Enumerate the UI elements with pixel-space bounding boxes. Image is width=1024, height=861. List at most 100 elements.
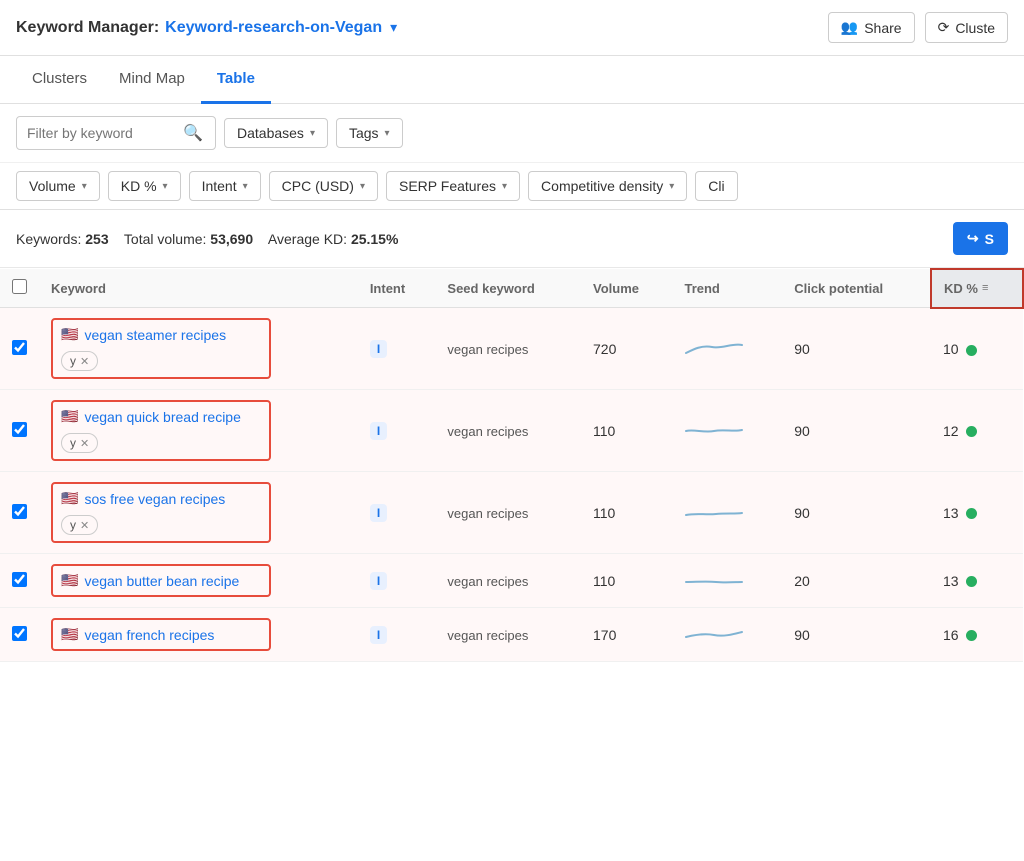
trend-column-header: Trend (672, 269, 782, 308)
keyword-column-header: Keyword (39, 269, 358, 308)
cpc-filter[interactable]: CPC (USD) ▾ (269, 171, 378, 201)
seed-keyword-value: vegan recipes (447, 574, 528, 589)
seed-keyword-value: vegan recipes (447, 506, 528, 521)
select-all-checkbox[interactable] (12, 279, 27, 294)
click-potential-value: 90 (794, 423, 810, 439)
search-input[interactable] (27, 125, 177, 141)
kd-indicator-dot (966, 630, 977, 641)
kd-filter[interactable]: KD % ▾ (108, 171, 181, 201)
row-checkbox[interactable] (12, 340, 27, 355)
kd-indicator-dot (966, 576, 977, 587)
stats-text: Keywords: 253 Total volume: 53,690 Avera… (16, 231, 398, 247)
trend-cell (672, 390, 782, 472)
kd-cell: 13 (931, 472, 1023, 554)
click-potential-cell: 20 (782, 554, 931, 608)
table-row: 🇺🇸 vegan quick bread recipe y✕ I vegan r… (0, 390, 1023, 472)
intent-cell: I (358, 608, 436, 662)
volume-chevron-icon: ▾ (82, 181, 87, 192)
seed-keyword-cell: vegan recipes (435, 554, 581, 608)
project-title-chevron[interactable]: ▾ (390, 19, 397, 36)
keyword-cell: 🇺🇸 vegan steamer recipes y✕ (39, 308, 358, 390)
row-checkbox[interactable] (12, 626, 27, 641)
volume-cell: 720 (581, 308, 672, 390)
row-checkbox-cell[interactable] (0, 390, 39, 472)
filter-row-2: Volume ▾ KD % ▾ Intent ▾ CPC (USD) ▾ SER… (0, 163, 1024, 210)
kd-cell: 16 (931, 608, 1023, 662)
tags-dropdown[interactable]: Tags ▾ (336, 118, 403, 148)
click-potential-value: 90 (794, 627, 810, 643)
avgkd-label: Average KD: (268, 231, 347, 247)
competitive-density-filter[interactable]: Competitive density ▾ (528, 171, 687, 201)
tag-chip[interactable]: y✕ (61, 433, 98, 453)
volume-filter[interactable]: Volume ▾ (16, 171, 100, 201)
row-checkbox-cell[interactable] (0, 554, 39, 608)
tab-table[interactable]: Table (201, 56, 271, 104)
row-checkbox-cell[interactable] (0, 308, 39, 390)
kd-cell: 10 (931, 308, 1023, 390)
tab-mindmap[interactable]: Mind Map (103, 56, 201, 104)
keyword-link[interactable]: vegan french recipes (84, 627, 214, 643)
remove-tag-icon[interactable]: ✕ (80, 519, 89, 532)
volume-cell: 110 (581, 472, 672, 554)
trend-chart (684, 567, 744, 591)
intent-badge: I (370, 504, 387, 522)
intent-cell: I (358, 472, 436, 554)
kd-cell: 12 (931, 390, 1023, 472)
click-potential-value: 90 (794, 341, 810, 357)
keyword-link[interactable]: vegan steamer recipes (84, 327, 226, 343)
cluster-icon: ⟳ (938, 19, 950, 36)
search-box[interactable]: 🔍 (16, 116, 216, 150)
kd-column-header[interactable]: KD % ≡ (931, 269, 1023, 308)
intent-badge: I (370, 626, 387, 644)
select-all-header[interactable] (0, 269, 39, 308)
remove-tag-icon[interactable]: ✕ (80, 355, 89, 368)
intent-badge: I (370, 340, 387, 358)
click-potential-cell: 90 (782, 472, 931, 554)
cluster-button[interactable]: ⟳ Cluste (925, 12, 1008, 43)
trend-cell (672, 308, 782, 390)
keyword-link[interactable]: vegan butter bean recipe (84, 573, 239, 589)
table-row: 🇺🇸 vegan butter bean recipe I vegan reci… (0, 554, 1023, 608)
kd-indicator-dot (966, 508, 977, 519)
remove-tag-icon[interactable]: ✕ (80, 437, 89, 450)
cli-filter[interactable]: Cli (695, 171, 737, 201)
cpc-chevron-icon: ▾ (360, 181, 365, 192)
intent-filter[interactable]: Intent ▾ (189, 171, 261, 201)
keyword-cell: 🇺🇸 sos free vegan recipes y✕ (39, 472, 358, 554)
trend-cell (672, 608, 782, 662)
project-title-link[interactable]: Keyword-research-on-Vegan (165, 19, 382, 37)
tab-clusters[interactable]: Clusters (16, 56, 103, 104)
volume-cell: 110 (581, 554, 672, 608)
databases-chevron-icon: ▾ (310, 128, 315, 139)
row-checkbox[interactable] (12, 422, 27, 437)
kd-indicator-dot (966, 426, 977, 437)
tags-chevron-icon: ▾ (385, 128, 390, 139)
row-checkbox[interactable] (12, 572, 27, 587)
kd-indicator-dot (966, 345, 977, 356)
tag-chip[interactable]: y✕ (61, 515, 98, 535)
header-actions: 👥 Share ⟳ Cluste (828, 12, 1008, 43)
trend-chart (684, 621, 744, 645)
click-potential-cell: 90 (782, 308, 931, 390)
volume-value: 170 (593, 627, 616, 643)
row-checkbox-cell[interactable] (0, 608, 39, 662)
keyword-cell: 🇺🇸 vegan butter bean recipe (39, 554, 358, 608)
databases-dropdown[interactable]: Databases ▾ (224, 118, 328, 148)
serp-filter[interactable]: SERP Features ▾ (386, 171, 520, 201)
keyword-link[interactable]: vegan quick bread recipe (84, 409, 240, 425)
row-checkbox[interactable] (12, 504, 27, 519)
kd-value: 13 (943, 573, 959, 589)
keyword-link[interactable]: sos free vegan recipes (84, 491, 225, 507)
volume-count: 53,690 (210, 231, 253, 247)
intent-column-header: Intent (358, 269, 436, 308)
row-checkbox-cell[interactable] (0, 472, 39, 554)
kd-chevron-icon: ▾ (163, 181, 168, 192)
share-button[interactable]: 👥 Share (828, 12, 915, 43)
kd-sort-icon[interactable]: ≡ (982, 282, 988, 294)
seed-keyword-cell: vegan recipes (435, 390, 581, 472)
keyword-cell: 🇺🇸 vegan french recipes (39, 608, 358, 662)
seed-keyword-cell: vegan recipes (435, 472, 581, 554)
search-icon[interactable]: 🔍 (183, 123, 203, 143)
tag-chip[interactable]: y✕ (61, 351, 98, 371)
export-button[interactable]: ↪ S (953, 222, 1008, 255)
